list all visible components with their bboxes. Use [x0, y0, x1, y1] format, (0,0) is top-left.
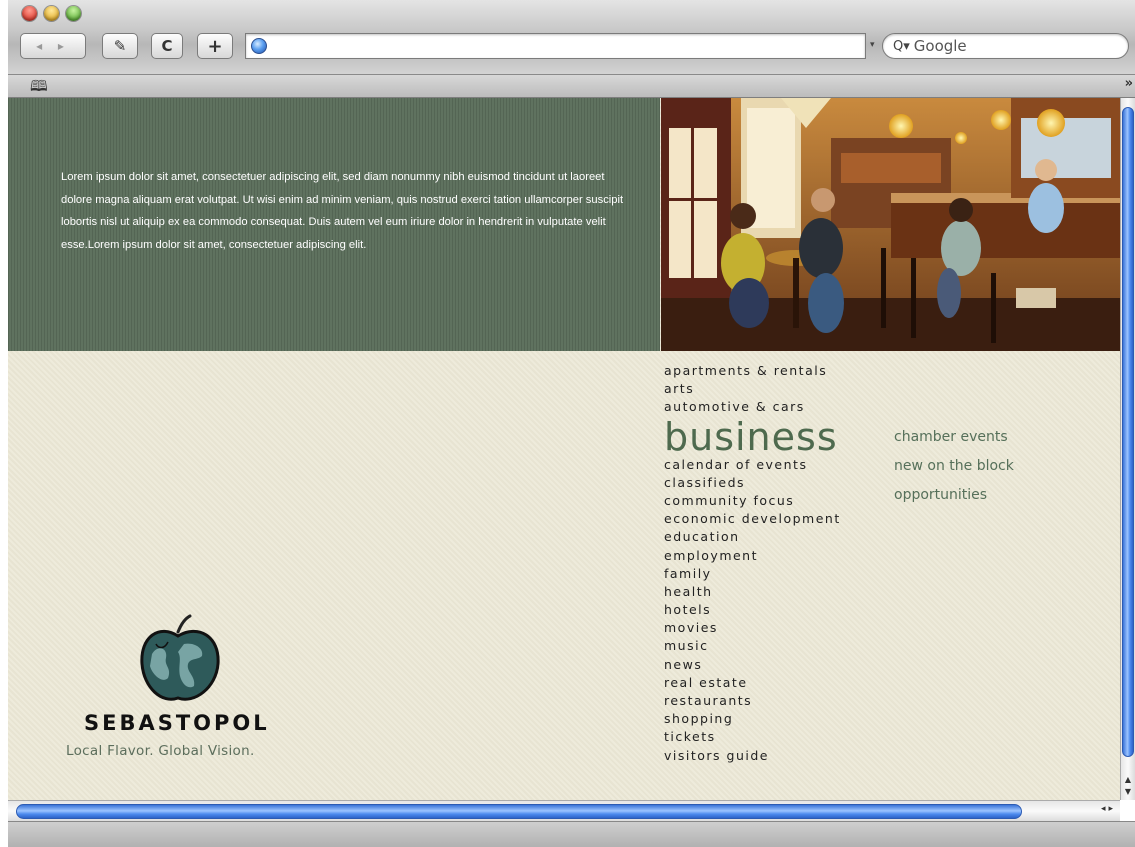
nav-item-economic-development[interactable]: economic development — [664, 510, 894, 528]
nav-item-shopping[interactable]: shopping — [664, 710, 894, 728]
edit-bookmark-button[interactable]: ✎ — [102, 33, 138, 59]
back-forward-button[interactable]: ◂ ▸ — [20, 33, 86, 59]
nav-item-health[interactable]: health — [664, 583, 894, 601]
header-panel: Lorem ipsum dolor sit amet, consectetuer… — [8, 98, 660, 351]
nav-item-automotive-cars[interactable]: automotive & cars — [664, 398, 894, 416]
nav-item-movies[interactable]: movies — [664, 619, 894, 637]
search-icon: Q▾ — [893, 38, 910, 54]
intro-paragraph: Lorem ipsum dolor sit amet, consectetuer… — [61, 171, 624, 251]
subnav-item-new-on-the-block[interactable]: new on the block — [894, 453, 1014, 482]
nav-item-business[interactable]: business — [664, 418, 894, 456]
reload-button[interactable]: C — [151, 33, 183, 59]
nav-item-arts[interactable]: arts — [664, 380, 894, 398]
vertical-scroll-thumb[interactable] — [1122, 107, 1134, 757]
nav-item-real-estate[interactable]: real estate — [664, 674, 894, 692]
nav-item-education[interactable]: education — [664, 528, 894, 546]
nav-item-apartments-rentals[interactable]: apartments & rentals — [664, 362, 894, 380]
subnav-item-opportunities[interactable]: opportunities — [894, 482, 1014, 511]
browser-window: ◂ ▸ ✎ C + ▾ Q▾ Google 🕮 » Lorem ipsum do… — [0, 0, 1135, 847]
nav-item-restaurants[interactable]: restaurants — [664, 692, 894, 710]
status-bar — [8, 821, 1135, 847]
logo-tagline: Local Flavor. Global Vision. — [66, 743, 255, 759]
zoom-window-button[interactable] — [66, 6, 81, 21]
logo-name: SEBASTOPOL — [84, 711, 270, 735]
nav-item-employment[interactable]: employment — [664, 547, 894, 565]
bookmarks-bar: 🕮 » — [8, 75, 1135, 98]
nav-item-news[interactable]: news — [664, 656, 894, 674]
search-placeholder: Google — [913, 37, 967, 55]
subnav-item-chamber-events[interactable]: chamber events — [894, 424, 1014, 453]
business-subnav: chamber events new on the block opportun… — [894, 424, 1014, 511]
address-dropdown-icon[interactable]: ▾ — [870, 40, 875, 50]
horizontal-scroll-thumb[interactable] — [16, 804, 1022, 819]
cafe-photo — [661, 98, 1120, 351]
horizontal-scrollbar[interactable]: ◂▸ — [8, 800, 1120, 821]
close-window-button[interactable] — [22, 6, 37, 21]
horizontal-scroll-arrows-icon[interactable]: ◂▸ — [1101, 804, 1116, 814]
address-bar[interactable] — [245, 33, 866, 59]
nav-item-hotels[interactable]: hotels — [664, 601, 894, 619]
category-nav: apartments & rentals arts automotive & c… — [664, 362, 894, 765]
nav-item-calendar-of-events[interactable]: calendar of events — [664, 456, 894, 474]
search-field[interactable]: Q▾ Google — [882, 33, 1129, 59]
apple-globe-icon — [140, 614, 220, 701]
nav-item-family[interactable]: family — [664, 565, 894, 583]
more-bookmarks-icon[interactable]: » — [1125, 76, 1133, 91]
vertical-scrollbar[interactable]: ▲ ▼ — [1120, 98, 1135, 800]
add-bookmark-button[interactable]: + — [197, 33, 233, 59]
window-edge — [0, 0, 8, 847]
web-page: Lorem ipsum dolor sit amet, consectetuer… — [8, 98, 1120, 800]
minimize-window-button[interactable] — [44, 6, 59, 21]
nav-item-community-focus[interactable]: community focus — [664, 492, 894, 510]
nav-item-visitors-guide[interactable]: visitors guide — [664, 747, 894, 765]
vertical-scroll-arrows-icon[interactable]: ▲ ▼ — [1121, 774, 1135, 798]
nav-item-tickets[interactable]: tickets — [664, 728, 894, 746]
nav-item-music[interactable]: music — [664, 637, 894, 655]
globe-icon — [251, 38, 267, 54]
nav-item-classifieds[interactable]: classifieds — [664, 474, 894, 492]
